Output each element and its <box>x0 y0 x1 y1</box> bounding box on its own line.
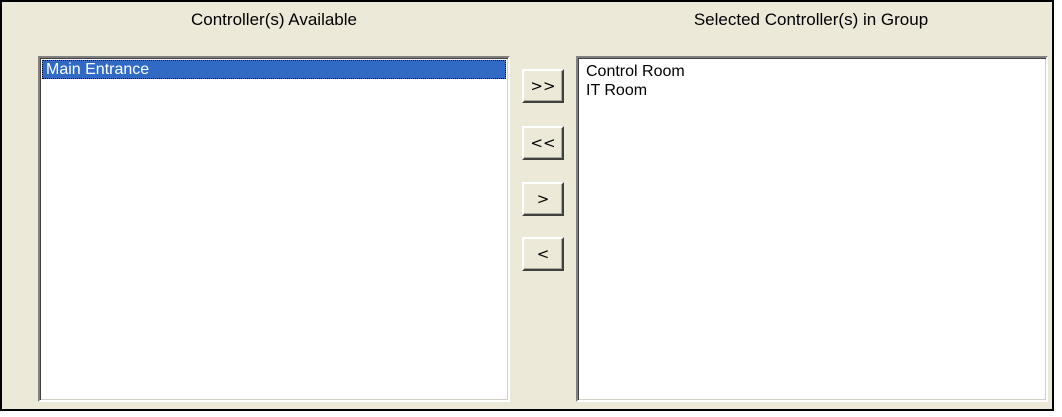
list-item-main-entrance[interactable]: Main Entrance <box>42 60 506 79</box>
list-item-control-room[interactable]: Control Room <box>582 62 1046 81</box>
add-all-button[interactable]: >> <box>522 69 564 103</box>
add-selected-button[interactable]: > <box>522 182 564 216</box>
available-controllers-heading: Controller(s) Available <box>191 10 357 29</box>
available-controllers-listbox[interactable]: Main Entrance <box>38 56 510 402</box>
controller-group-panel: Controller(s) Available Selected Control… <box>0 0 1054 411</box>
selected-controllers-listbox[interactable]: Control Room IT Room <box>576 56 1048 402</box>
remove-selected-button[interactable]: < <box>522 237 564 271</box>
selected-controllers-heading: Selected Controller(s) in Group <box>693 10 929 29</box>
remove-all-button[interactable]: << <box>522 126 564 160</box>
list-item-it-room[interactable]: IT Room <box>582 81 1046 100</box>
